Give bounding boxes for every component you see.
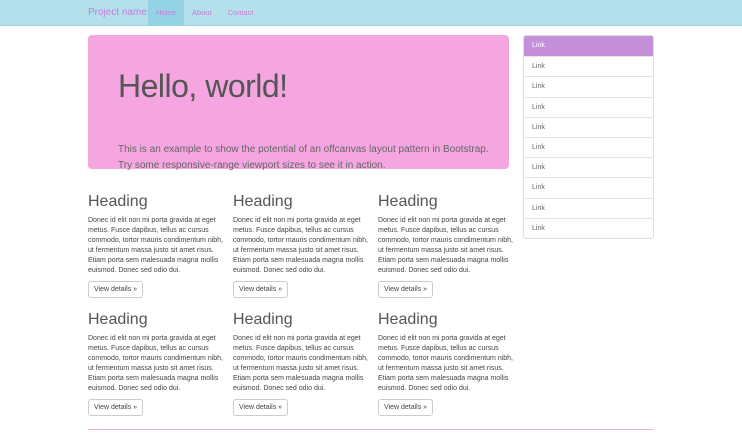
sidebar-item[interactable]: Link [524,217,653,238]
navbar: Project name Home About Contact [0,0,742,26]
card-body: Donec id elit non mi porta gravida at eg… [88,217,223,274]
jumbotron-title: Hello, world! [118,68,288,104]
jumbotron-line-1: This is an example to show the potential… [118,144,489,155]
view-details-button[interactable]: View details » [233,399,289,416]
card-body: Donec id elit non mi porta gravida at eg… [233,217,368,274]
view-details-button[interactable]: View details » [233,281,289,298]
view-details-button[interactable]: View details » [88,281,144,298]
card-3: Heading Donec id elit non mi porta gravi… [378,193,513,298]
sidebar-item[interactable]: Link [524,36,653,57]
view-details-button[interactable]: View details » [378,399,434,416]
sidebar-item[interactable]: Link [524,116,653,137]
card-body: Donec id elit non mi porta gravida at eg… [233,335,368,392]
sidebar-item[interactable]: Link [524,136,653,157]
jumbotron-line-2: Try some responsive-range viewport sizes… [118,160,386,171]
sidebar-item[interactable]: Link [524,76,653,96]
nav-links: Home About Contact [148,0,261,26]
card-body: Donec id elit non mi porta gravida at eg… [88,335,223,392]
card-6: Heading Donec id elit non mi porta gravi… [378,311,513,416]
card-body: Donec id elit non mi porta gravida at eg… [378,335,513,392]
brand-link[interactable]: Project name [88,7,147,18]
card-heading: Heading [233,193,293,210]
view-details-button[interactable]: View details » [88,399,144,416]
card-heading: Heading [378,311,438,328]
card-body: Donec id elit non mi porta gravida at eg… [378,217,513,274]
sidebar-item[interactable]: Link [524,96,653,117]
footer-divider [88,429,654,430]
sidebar-list: Link Link Link Link Link Link Link Link … [523,35,654,239]
card-heading: Heading [88,311,148,328]
card-heading: Heading [378,193,438,210]
card-2: Heading Donec id elit non mi porta gravi… [233,193,368,298]
card-1: Heading Donec id elit non mi porta gravi… [88,193,223,298]
card-heading: Heading [88,193,148,210]
nav-about[interactable]: About [184,0,220,26]
jumbotron: Hello, world! This is an example to show… [88,35,509,171]
sidebar-item[interactable]: Link [524,157,653,177]
card-heading: Heading [233,311,293,328]
view-details-button[interactable]: View details » [378,281,434,298]
nav-home[interactable]: Home [148,0,185,26]
card-4: Heading Donec id elit non mi porta gravi… [88,311,223,416]
nav-contact[interactable]: Contact [220,0,262,26]
card-5: Heading Donec id elit non mi porta gravi… [233,311,368,416]
sidebar-item[interactable]: Link [524,177,653,197]
sidebar-item[interactable]: Link [524,197,653,218]
sidebar-item[interactable]: Link [524,56,653,76]
